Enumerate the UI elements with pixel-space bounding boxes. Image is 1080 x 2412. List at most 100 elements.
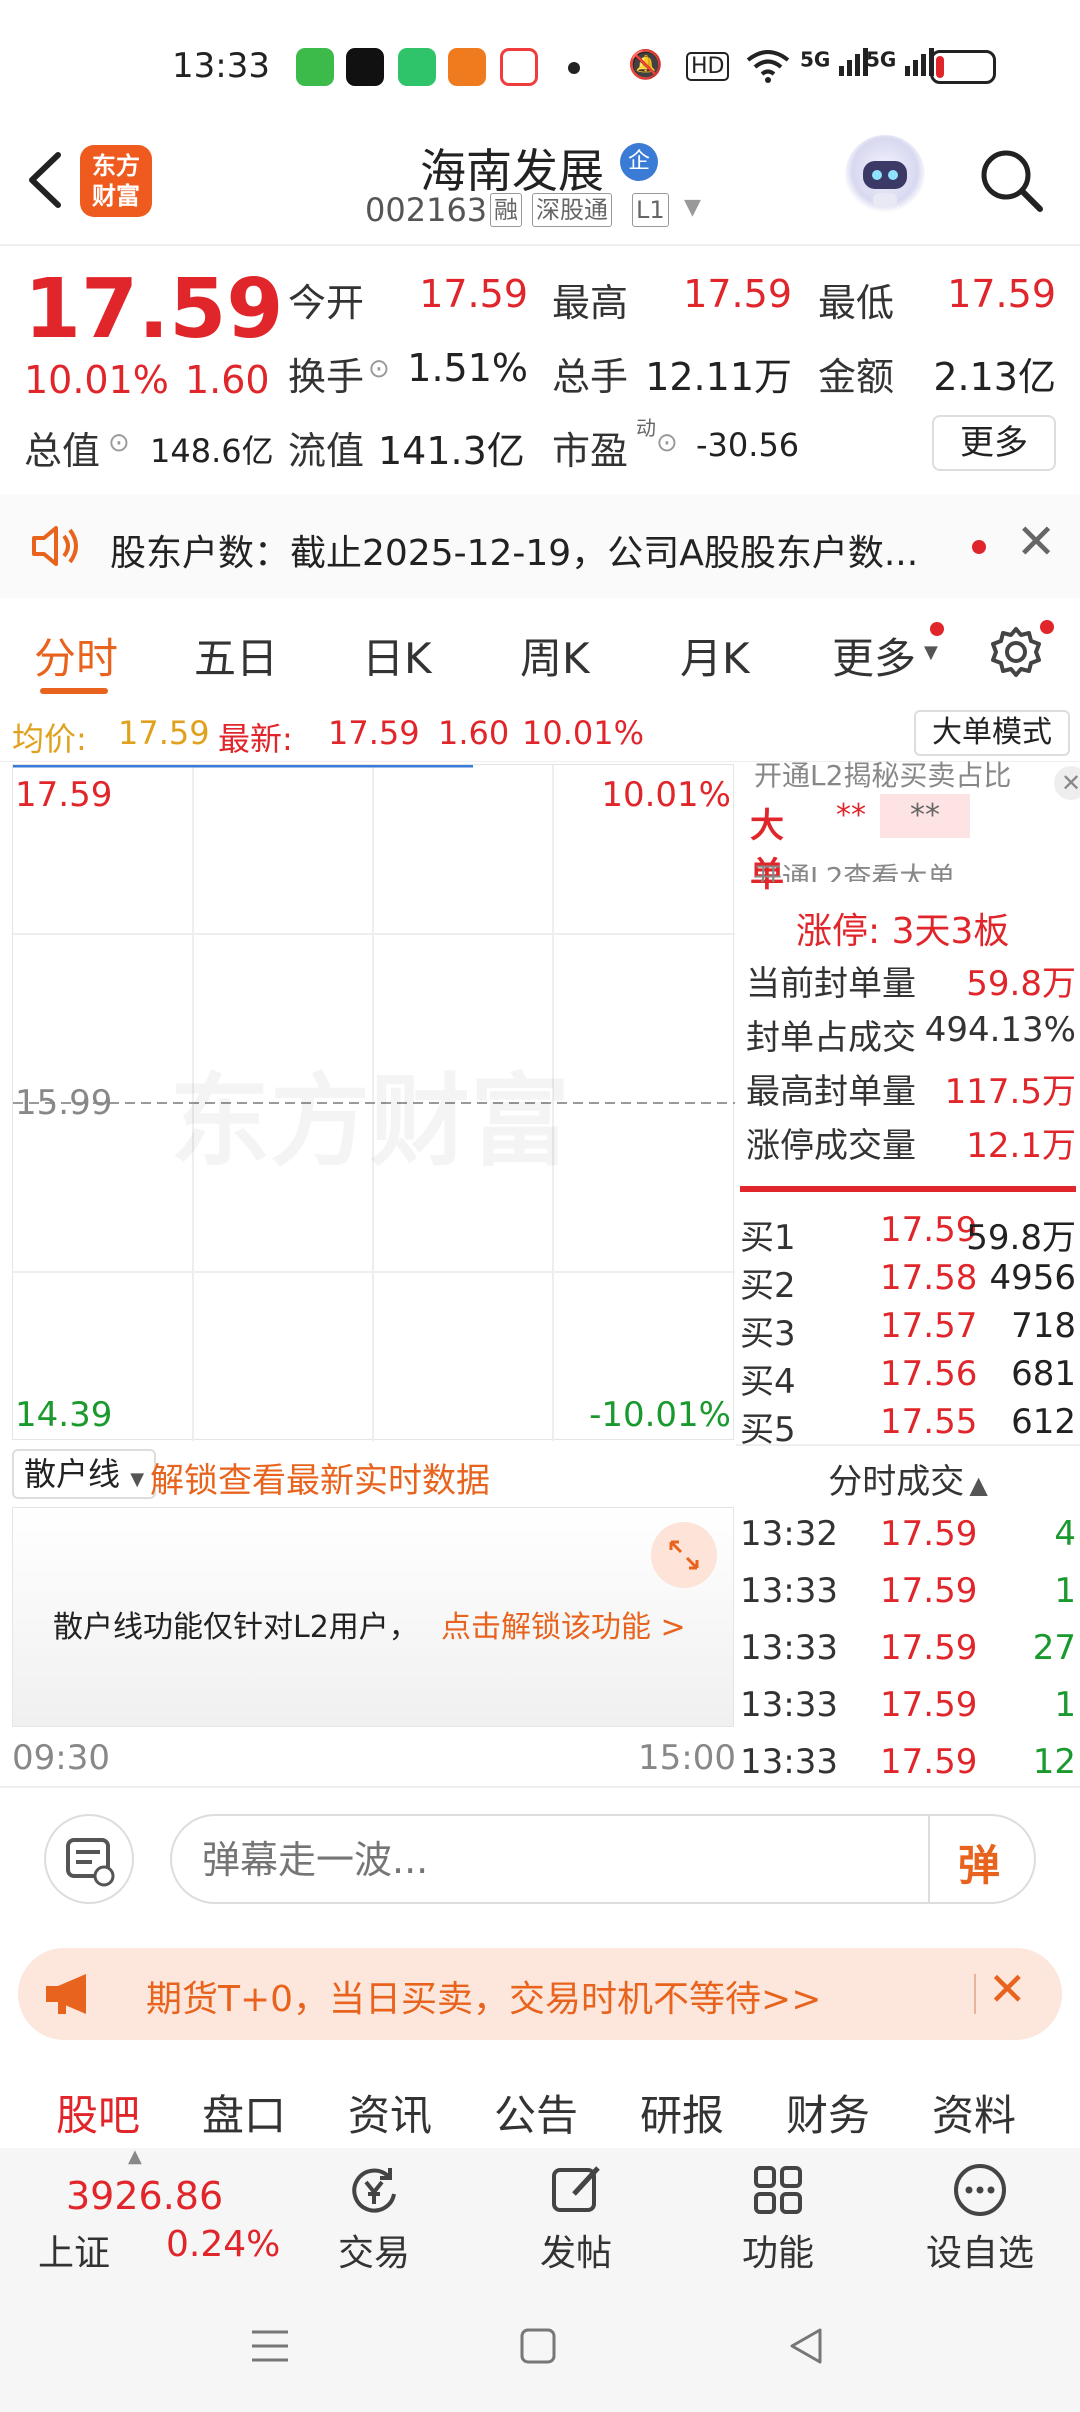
tick-time: 13:33 [740, 1628, 838, 1668]
futures-ad-banner[interactable]: 期货T+0，当日买卖，交易时机不等待>> ✕ [18, 1948, 1062, 2040]
order-name: 买1 [740, 1218, 796, 1258]
functions-label: 功能 [741, 2233, 814, 2274]
ad-close-icon[interactable]: ✕ [988, 1962, 1027, 2016]
tab-weekly-k[interactable]: 周K [520, 625, 590, 686]
tab-announcements[interactable]: 公告 [494, 2082, 578, 2143]
dropdown-triangle-icon[interactable]: ▼ [684, 195, 701, 220]
tag-connect: 深股通 [532, 193, 612, 227]
unlock-realtime-link[interactable]: 解锁查看最新实时数据 [150, 1453, 490, 1502]
ticks-header[interactable]: 分时成交 ▲ [736, 1454, 1080, 1504]
post-button[interactable]: 发帖 [506, 2148, 646, 2276]
post-label: 发帖 [539, 2233, 612, 2274]
megaphone-icon [46, 1974, 86, 2014]
home-square-icon[interactable] [516, 2324, 560, 2368]
tab-daily-k[interactable]: 日K [362, 625, 432, 686]
label-amount: 金额 [818, 355, 895, 399]
info-icon-3[interactable]: ⊙ [656, 428, 678, 458]
danmu-send-button[interactable]: 弹 [958, 1832, 1000, 1893]
info-icon-2[interactable]: ⊙ [108, 428, 130, 458]
tab-financials[interactable]: 财务 [786, 2082, 870, 2143]
tab-news[interactable]: 资讯 [348, 2082, 432, 2143]
l2-close-icon[interactable]: ✕ [1054, 766, 1080, 800]
header-divider [0, 244, 1080, 246]
tab-monthly-k[interactable]: 月K [680, 625, 750, 686]
retail-line-panel: 散户线 ▼ 解锁查看最新实时数据 散户线功能仅针对L2用户， 点击解锁该功能 > [12, 1445, 734, 1727]
tab-pankou[interactable]: 盘口 [202, 2082, 286, 2143]
order-qty: 612 [1011, 1402, 1076, 1442]
back-triangle-icon[interactable] [784, 2324, 828, 2368]
status-time: 13:33 [172, 46, 270, 86]
notice-close-icon[interactable]: ✕ [1016, 514, 1056, 570]
info-icon[interactable]: ⊙ [368, 354, 390, 384]
network-label-1: 5G [800, 47, 831, 72]
add-watchlist-button[interactable]: 设自选 [910, 2148, 1050, 2276]
back-button[interactable] [22, 145, 66, 232]
speaker-icon [32, 526, 78, 566]
tab-five-day[interactable]: 五日 [194, 625, 278, 686]
avg-label: 均价: [12, 720, 87, 758]
ad-text: 期货T+0，当日买卖，交易时机不等待>> [146, 1979, 822, 2020]
tab-profile[interactable]: 资料 [932, 2082, 1016, 2143]
search-button[interactable] [976, 145, 1046, 215]
label-low: 最低 [818, 281, 895, 325]
stock-code: 002163 [365, 191, 488, 229]
mute-icon: 🔕 [628, 48, 663, 81]
menu-icon[interactable] [248, 2324, 292, 2368]
order-qty: 4956 [989, 1258, 1076, 1298]
order-book-row: 买4 17.56 681 [740, 1354, 1076, 1402]
big-order-mode-button[interactable]: 大单模式 [914, 710, 1070, 756]
expand-button[interactable] [651, 1522, 717, 1588]
edit-icon [552, 2166, 600, 2212]
ad-divider [974, 1974, 976, 2014]
retail-line-selector[interactable]: 散户线 ▼ [12, 1449, 157, 1499]
l2-promo-bottom[interactable]: 开通L2查看大单 [754, 856, 1074, 882]
index-name: 上证 [38, 2233, 111, 2274]
battery-icon [930, 50, 996, 84]
caret-up-icon: ▲ [128, 2146, 142, 2167]
limit-row: 最高封单量 117.5万 [746, 1064, 1076, 1114]
enterprise-badge: 企 [620, 143, 658, 181]
tab-intraday[interactable]: 分时 [34, 625, 118, 686]
retail-line-locked-box[interactable]: 散户线功能仅针对L2用户， 点击解锁该功能 > [12, 1507, 734, 1727]
functions-button[interactable]: 功能 [708, 2148, 848, 2276]
tick-row: 13:33 17.59 12 [740, 1742, 1076, 1792]
change-percent: 10.01% [24, 358, 169, 402]
tab-research[interactable]: 研报 [640, 2082, 724, 2143]
change-amount: 1.60 [185, 358, 270, 402]
chevron-down-icon: ▼ [130, 1469, 145, 1490]
eastmoney-logo[interactable]: 东方 财富 [80, 145, 152, 217]
tick-price: 17.59 [880, 1571, 978, 1611]
limit-row-value: 494.13% [924, 1010, 1076, 1050]
danmu-input-wrapper[interactable]: 弹 [170, 1814, 1036, 1904]
unlock-feature-link[interactable]: 点击解锁该功能 > [441, 1602, 686, 1646]
value-market-cap: 148.6亿 [150, 432, 274, 470]
label-open: 今开 [288, 281, 365, 325]
trade-button[interactable]: 交易 [304, 2148, 444, 2276]
more-circle-icon [954, 2164, 1006, 2216]
tag-level: L1 [632, 193, 669, 227]
tab-more[interactable]: 更多 [832, 625, 916, 686]
robot-assistant-avatar[interactable] [845, 135, 925, 215]
order-qty: 681 [1011, 1354, 1076, 1394]
label-turnover: 换手 [288, 355, 365, 399]
locked-info-text: 散户线功能仅针对L2用户， [53, 1610, 419, 1645]
index-percent: 0.24% [166, 2224, 281, 2265]
tick-row: 13:33 17.59 27 [740, 1628, 1076, 1678]
settings-dot [1040, 620, 1054, 634]
time-axis-end: 15:00 [638, 1738, 736, 1778]
gear-icon[interactable] [988, 624, 1044, 680]
danmu-toggle-button[interactable] [44, 1814, 134, 1904]
more-quote-button[interactable]: 更多 [932, 415, 1056, 471]
value-amount: 2.13亿 [933, 355, 1056, 399]
value-volume: 12.11万 [645, 355, 792, 399]
app-notification-icon-3 [448, 48, 486, 86]
tab-guba[interactable]: 股吧 [56, 2082, 140, 2143]
index-ticker[interactable]: ▲ 3926.86 上证 0.24% [0, 2146, 280, 2280]
l2-promo-top[interactable]: 开通L2揭秘买卖占比 [754, 754, 1054, 794]
danmu-input[interactable] [202, 1834, 862, 1886]
active-tab-indicator [40, 688, 108, 694]
tick-time: 13:33 [740, 1742, 838, 1782]
wifi-icon [746, 48, 790, 91]
chart-bottom-divider [0, 1786, 1080, 1788]
shareholder-notice-bar[interactable]: 股东户数：截止2025-12-19，公司A股股东户数... ✕ [0, 494, 1080, 598]
